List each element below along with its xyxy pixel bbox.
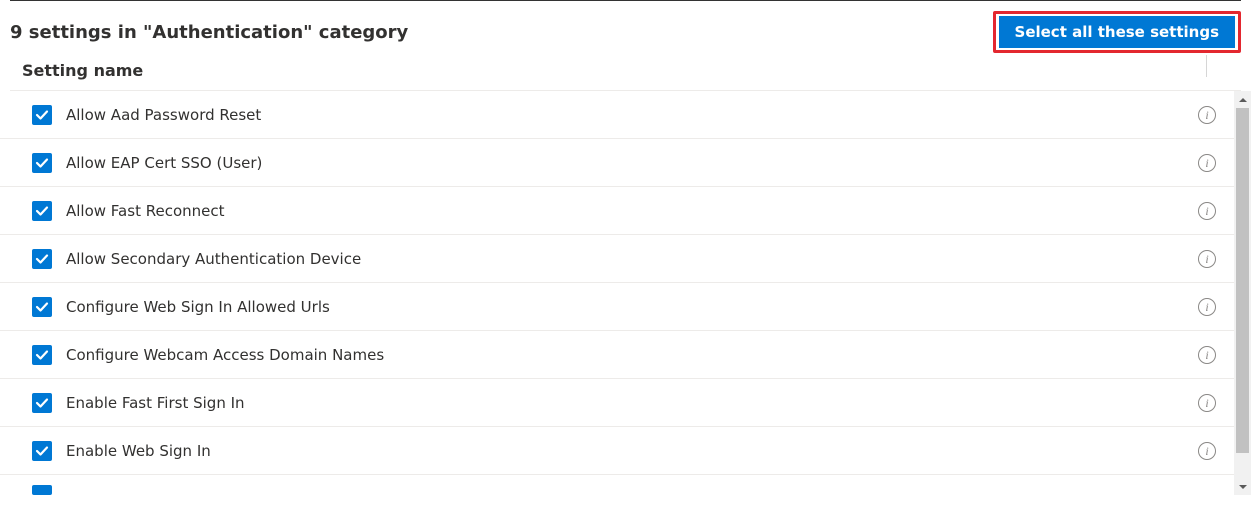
setting-row: Enable Fast First Sign Ini: [0, 379, 1234, 427]
settings-list: Allow Aad Password ResetiAllow EAP Cert …: [0, 91, 1234, 495]
setting-label: Allow Secondary Authentication Device: [66, 250, 1198, 268]
setting-row: Enable Web Sign Ini: [0, 427, 1234, 475]
setting-label: Enable Web Sign In: [66, 442, 1198, 460]
setting-row-partial: [0, 475, 1234, 495]
setting-row: Allow EAP Cert SSO (User)i: [0, 139, 1234, 187]
setting-checkbox[interactable]: [32, 345, 52, 365]
header-row: 9 settings in "Authentication" category …: [0, 11, 1251, 61]
info-icon[interactable]: i: [1198, 202, 1216, 220]
setting-row: Allow Aad Password Reseti: [0, 91, 1234, 139]
setting-checkbox[interactable]: [32, 249, 52, 269]
column-divider: [1206, 55, 1207, 77]
column-header-row: Setting name: [0, 61, 1251, 90]
setting-checkbox[interactable]: [32, 393, 52, 413]
info-icon[interactable]: i: [1198, 394, 1216, 412]
info-icon[interactable]: i: [1198, 298, 1216, 316]
setting-row: Configure Webcam Access Domain Namesi: [0, 331, 1234, 379]
setting-label: Enable Fast First Sign In: [66, 394, 1198, 412]
setting-row: Allow Secondary Authentication Devicei: [0, 235, 1234, 283]
info-icon[interactable]: i: [1198, 250, 1216, 268]
setting-label: Allow Fast Reconnect: [66, 202, 1198, 220]
setting-label: Allow EAP Cert SSO (User): [66, 154, 1198, 172]
setting-checkbox[interactable]: [32, 485, 52, 495]
category-title: 9 settings in "Authentication" category: [10, 22, 408, 43]
select-all-highlight-frame: Select all these settings: [993, 11, 1241, 53]
setting-label: Configure Webcam Access Domain Names: [66, 346, 1198, 364]
setting-checkbox[interactable]: [32, 105, 52, 125]
info-icon[interactable]: i: [1198, 154, 1216, 172]
scrollbar-thumb[interactable]: [1236, 108, 1249, 453]
setting-checkbox[interactable]: [32, 201, 52, 221]
setting-label: Configure Web Sign In Allowed Urls: [66, 298, 1198, 316]
setting-checkbox[interactable]: [32, 297, 52, 317]
setting-checkbox[interactable]: [32, 441, 52, 461]
scroll-down-arrow-icon[interactable]: [1234, 478, 1251, 495]
info-icon[interactable]: i: [1198, 346, 1216, 364]
settings-panel: 9 settings in "Authentication" category …: [0, 0, 1251, 495]
select-all-button[interactable]: Select all these settings: [999, 16, 1235, 48]
list-area: Allow Aad Password ResetiAllow EAP Cert …: [0, 91, 1251, 495]
setting-row: Configure Web Sign In Allowed Urlsi: [0, 283, 1234, 331]
column-header-setting-name: Setting name: [22, 61, 143, 80]
scroll-up-arrow-icon[interactable]: [1234, 91, 1251, 108]
vertical-scrollbar[interactable]: [1234, 91, 1251, 495]
info-icon[interactable]: i: [1198, 106, 1216, 124]
setting-row: Allow Fast Reconnecti: [0, 187, 1234, 235]
setting-checkbox[interactable]: [32, 153, 52, 173]
info-icon[interactable]: i: [1198, 442, 1216, 460]
setting-label: Allow Aad Password Reset: [66, 106, 1198, 124]
top-divider: [10, 0, 1241, 1]
